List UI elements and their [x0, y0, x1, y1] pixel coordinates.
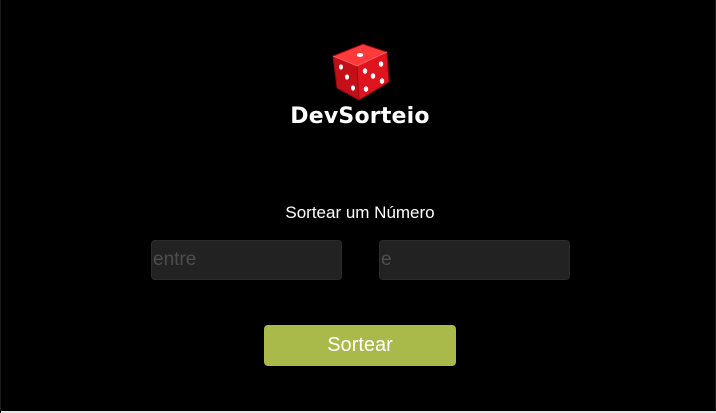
min-number-input[interactable] [151, 240, 342, 280]
app-window: DevSorteio Sortear um Número Sortear [0, 0, 716, 413]
form-title: Sortear um Número [285, 203, 435, 222]
brand-name: DevSorteio [290, 104, 430, 129]
max-number-input[interactable] [379, 240, 570, 280]
draw-button[interactable]: Sortear [264, 325, 456, 366]
red-dice-icon [332, 43, 390, 101]
